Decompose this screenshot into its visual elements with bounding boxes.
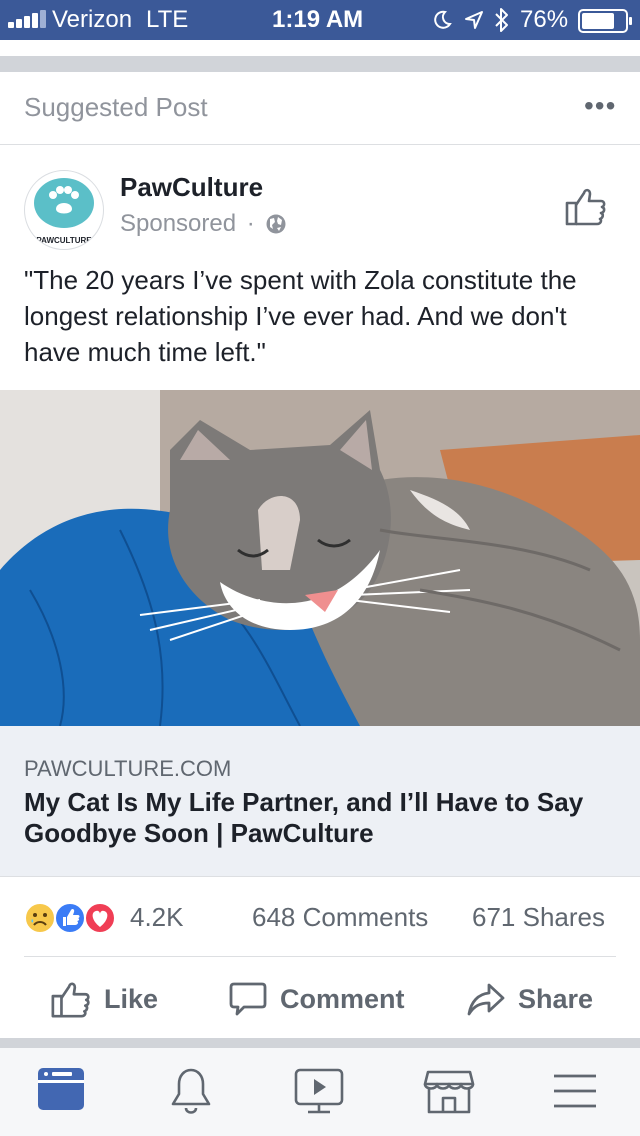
sponsored-line: Sponsored · [120,210,287,238]
reaction-count[interactable]: 4.2K [130,902,184,933]
globe-icon [266,214,286,234]
status-bar: Verizon LTE 1:19 AM 76% [0,0,640,40]
love-reaction-icon [84,902,116,934]
location-arrow-icon [465,11,483,29]
comment-button[interactable]: Comment [228,976,405,1022]
shares-count[interactable]: 671 Shares [472,902,605,933]
battery-percent: 76% [520,6,569,33]
notifications-icon [171,1068,211,1114]
share-label: Share [518,983,594,1014]
divider [24,956,616,957]
news-feed-icon [38,1068,84,1110]
divider [0,876,640,877]
signal-bars-icon [8,10,48,28]
share-button[interactable]: Share [466,976,593,1022]
separator-dot: · [246,210,255,237]
moon-icon [434,10,452,29]
avatar-text: PAWCULTURE [36,236,92,245]
carrier-label: Verizon [52,6,133,33]
link-headline[interactable]: My Cat Is My Life Partner, and I’ll Have… [24,787,614,849]
like-label: Like [104,983,159,1014]
menu-icon [554,1074,596,1108]
comment-bubble-icon [229,982,267,1016]
watch-icon [294,1068,344,1114]
tab-notifications[interactable] [164,1064,224,1120]
link-domain: PAWCULTURE.COM [24,756,232,781]
reactions-summary[interactable] [24,900,124,936]
sad-reaction-icon [24,902,56,934]
clock: 1:19 AM [272,6,364,33]
tab-menu[interactable] [548,1064,608,1120]
avatar[interactable]: PAWCULTURE [24,170,104,250]
like-page-button[interactable] [564,184,608,228]
suggested-post-label: Suggested Post [24,92,208,122]
more-options-button[interactable]: ••• [584,90,616,122]
feed-divider [0,1038,640,1048]
battery-icon [578,9,632,33]
post-image[interactable] [0,390,640,726]
divider [0,144,640,145]
marketplace-icon [423,1070,475,1114]
feed-divider [0,56,640,72]
bluetooth-icon [495,8,508,32]
author-name[interactable]: PawCulture [120,172,263,203]
thumbs-up-icon [565,188,606,226]
like-reaction-icon [54,902,86,934]
tab-watch[interactable] [290,1064,350,1120]
post-text: "The 20 years I’ve spent with Zola const… [24,265,577,367]
sponsored-label: Sponsored [120,210,237,237]
tab-marketplace[interactable] [420,1064,480,1120]
network-label: LTE [146,6,189,33]
share-arrow-icon [467,983,505,1016]
comments-count[interactable]: 648 Comments [252,902,428,933]
thumbs-up-icon [51,982,90,1018]
like-button[interactable]: Like [50,976,158,1022]
tab-news-feed[interactable] [34,1064,94,1120]
comment-label: Comment [280,983,405,1014]
previous-post-edge [0,40,640,56]
